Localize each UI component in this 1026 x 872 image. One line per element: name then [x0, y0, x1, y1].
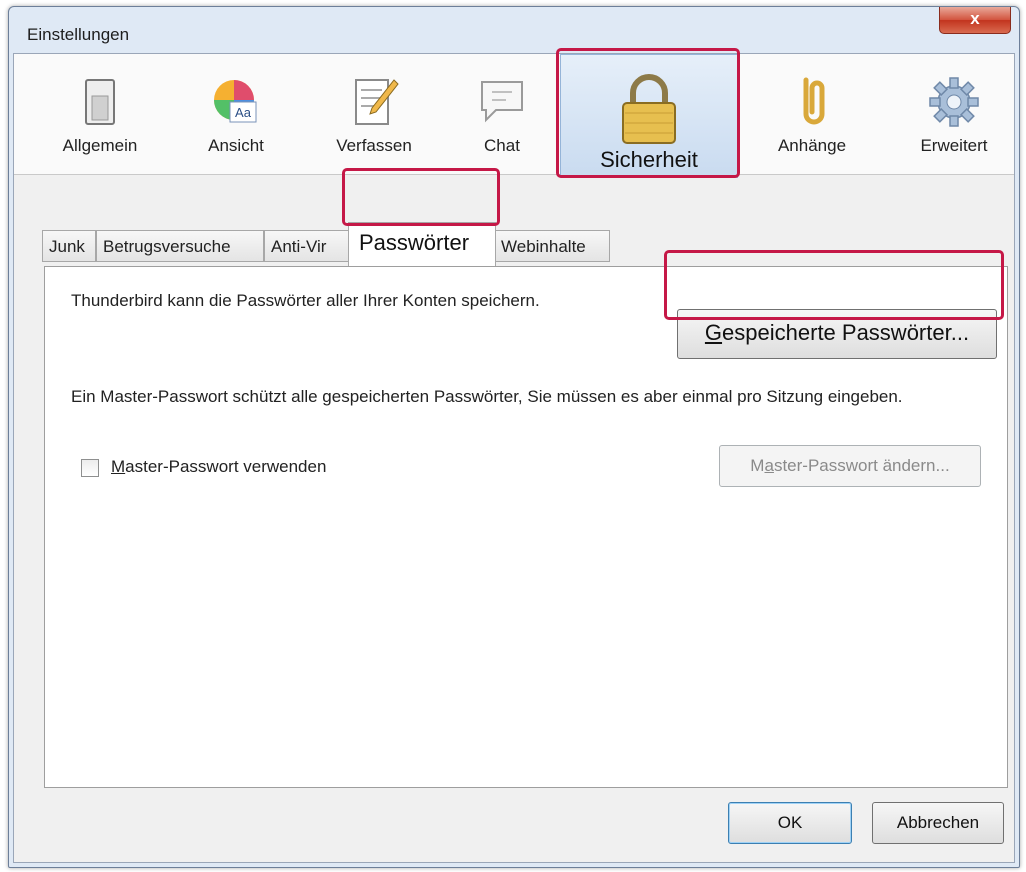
toolbar-item-chat[interactable]: Chat: [442, 54, 562, 174]
toolbar-item-anhaenge[interactable]: Anhänge: [752, 54, 872, 174]
master-password-checkbox-label[interactable]: Master-Passwort verwenden: [111, 455, 326, 479]
cancel-button[interactable]: Abbrechen: [872, 802, 1004, 844]
gear-icon: [929, 77, 979, 127]
preferences-window: Einstellungen x Allgemein Aa Ansicht Ver…: [8, 6, 1020, 868]
tab-anti-virus[interactable]: Anti-Vir: [264, 230, 352, 262]
access-key: G: [704, 320, 723, 345]
toolbar-item-verfassen[interactable]: Verfassen: [314, 54, 434, 174]
toolbar-item-erweitert[interactable]: Erweitert: [894, 54, 1014, 174]
highlight-frame-passwords-tab: [342, 168, 500, 226]
tab-betrugsversuche[interactable]: Betrugsversuche: [96, 230, 264, 262]
toolbar-label: Chat: [484, 136, 520, 155]
tab-passwoerter[interactable]: Passwörter: [348, 222, 496, 266]
color-wheel-icon: Aa: [214, 80, 257, 123]
aa-label: Aa: [235, 105, 252, 120]
highlight-frame-security: [556, 48, 740, 178]
button-label: ster-Passwort ändern...: [773, 456, 950, 475]
toolbar-label: Anhänge: [777, 136, 847, 155]
master-password-description: Ein Master-Passwort schützt alle gespeic…: [71, 387, 903, 406]
toolbar-label: Verfassen: [336, 136, 412, 155]
close-icon: x: [970, 9, 980, 28]
highlight-frame-saved-passwords: [664, 250, 1004, 320]
dialog-body: Allgemein Aa Ansicht Verfassen Chat Sich…: [13, 53, 1015, 863]
window-title: Einstellungen: [27, 25, 130, 44]
passwords-panel: Thunderbird kann die Passwörter aller Ih…: [44, 266, 1008, 788]
paperclip-icon: [803, 77, 825, 125]
toolbar-label: Erweitert: [920, 136, 988, 155]
master-password-checkbox[interactable]: [81, 459, 99, 477]
toolbar-item-allgemein[interactable]: Allgemein: [40, 54, 160, 174]
tab-webinhalte[interactable]: Webinhalte: [494, 230, 610, 262]
toolbar-label: Ansicht: [208, 136, 264, 155]
category-toolbar: Allgemein Aa Ansicht Verfassen Chat Sich…: [14, 54, 1014, 178]
checkbox-label: aster-Passwort verwenden: [125, 457, 327, 476]
title-bar: Einstellungen x: [9, 7, 1019, 57]
switch-icon: [85, 79, 115, 125]
access-key: M: [111, 457, 126, 476]
button-label-pre: M: [750, 456, 765, 475]
compose-icon: [355, 79, 399, 125]
ok-button[interactable]: OK: [728, 802, 852, 844]
button-label: espeicherte Passwörter...: [722, 320, 970, 345]
chat-icon: [481, 81, 523, 123]
access-key: a: [764, 456, 774, 475]
toolbar-item-ansicht[interactable]: Aa Ansicht: [176, 54, 296, 174]
toolbar-label: Allgemein: [62, 136, 138, 155]
tab-junk[interactable]: Junk: [42, 230, 96, 262]
close-button[interactable]: x: [939, 7, 1011, 34]
change-master-password-button[interactable]: Master-Passwort ändern...: [719, 445, 981, 487]
